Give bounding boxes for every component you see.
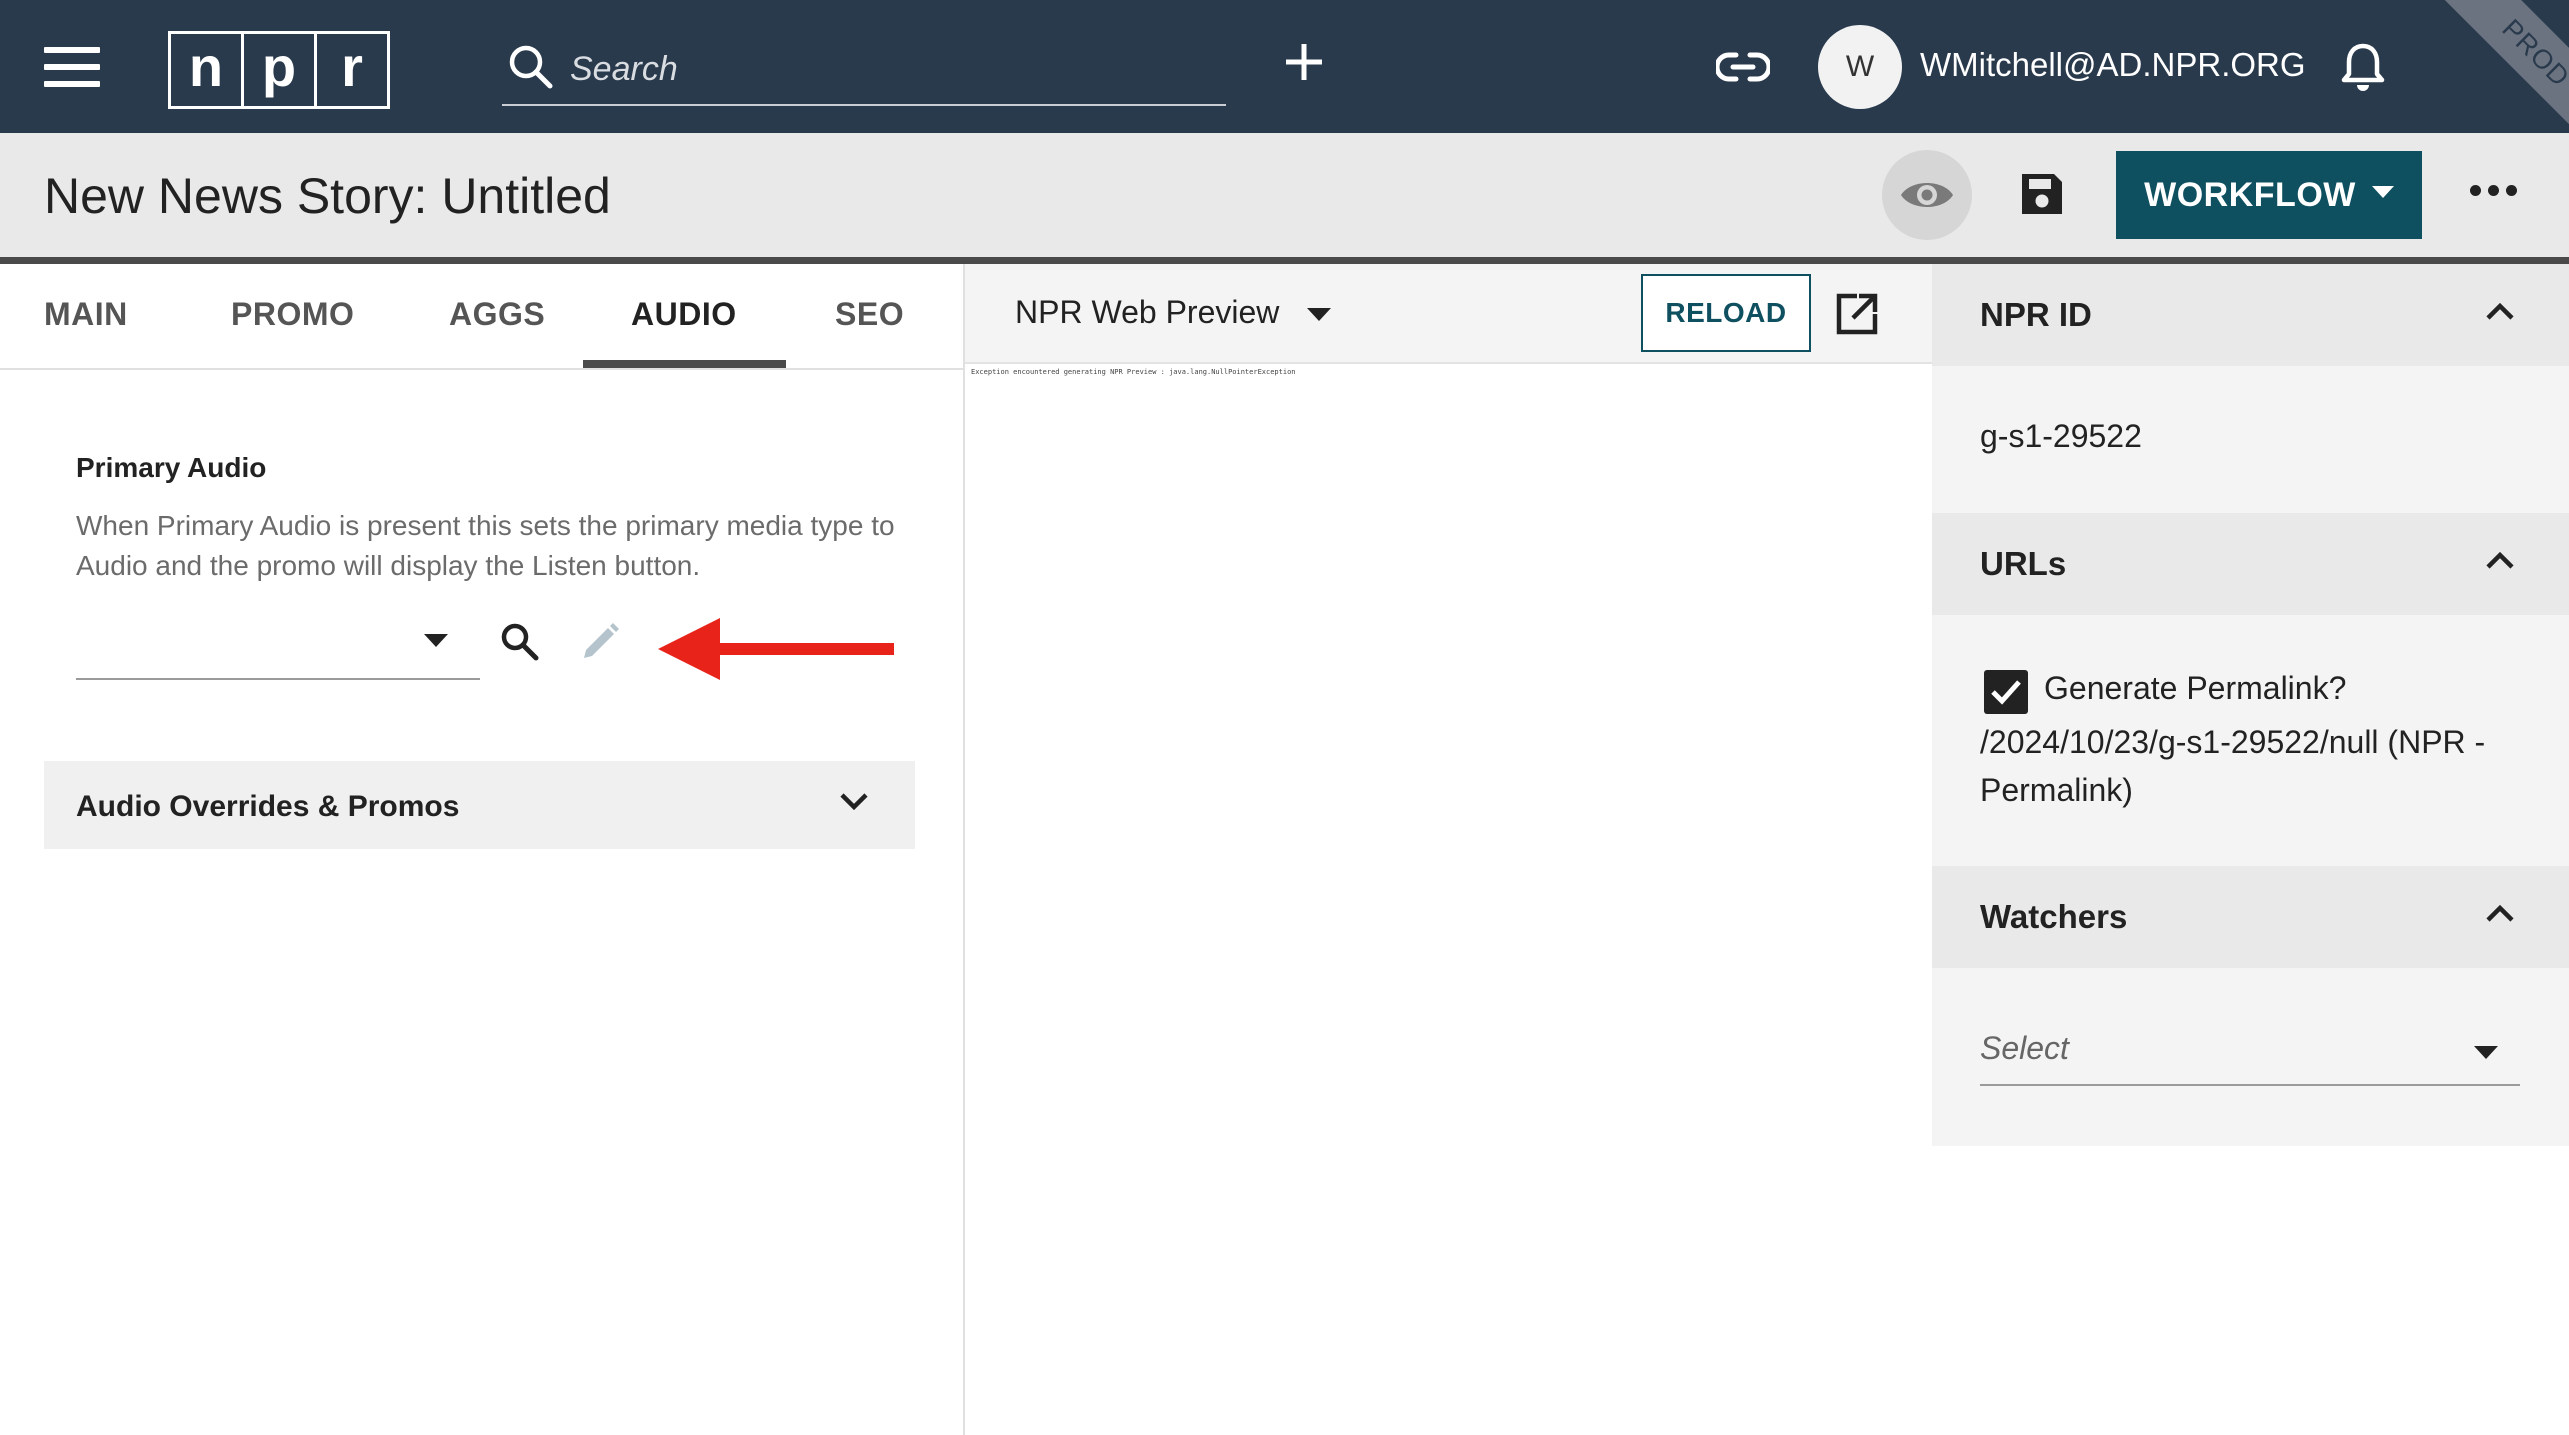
audio-overrides-accordion[interactable]: Audio Overrides & Promos [44, 761, 915, 849]
menu-icon[interactable] [44, 47, 100, 87]
workflow-button[interactable]: WORKFLOW [2116, 151, 2422, 239]
preview-error-text: Exception encountered generating NPR Pre… [971, 368, 1296, 376]
username[interactable]: WMitchell@AD.NPR.ORG [1920, 46, 2306, 84]
preview-type-select[interactable]: NPR Web Preview [1015, 294, 1331, 331]
header-divider [0, 257, 2569, 264]
active-tab-indicator [583, 360, 786, 368]
watchers-title: Watchers [1980, 898, 2128, 935]
chevron-down-icon [840, 793, 868, 811]
urls-title: URLs [1980, 545, 2067, 582]
logo-letter: p [241, 31, 317, 109]
plus-icon[interactable] [1282, 40, 1326, 84]
page-title: New News Story: Untitled [44, 168, 611, 224]
eye-icon [1901, 183, 1953, 207]
search-icon [509, 45, 553, 89]
tab-seo[interactable]: SEO [835, 296, 904, 333]
caret-down-icon [2474, 1046, 2498, 1059]
npr-logo[interactable]: n p r [168, 31, 390, 109]
avatar[interactable]: W [1818, 25, 1902, 109]
environment-badge: PROD [2432, 0, 2569, 133]
preview-toolbar: NPR Web Preview RELOAD [965, 264, 1932, 364]
logo-letter: r [314, 31, 390, 109]
tab-main[interactable]: MAIN [44, 296, 128, 333]
annotation-arrow-icon [658, 618, 894, 680]
watchers-placeholder: Select [1980, 1030, 2069, 1066]
npr-id-title: NPR ID [1980, 296, 2092, 333]
generate-permalink-checkbox[interactable] [1984, 670, 2028, 714]
story-edit-panel: MAIN PROMO AGGS AUDIO SEO Primary Audio … [0, 264, 963, 1435]
caret-down-icon [1307, 308, 1331, 321]
tab-promo[interactable]: PROMO [231, 296, 354, 333]
tab-bar: MAIN PROMO AGGS AUDIO SEO [0, 264, 963, 370]
link-icon[interactable] [1716, 44, 1770, 90]
watchers-select[interactable]: Select [1980, 1016, 2520, 1086]
permalink-path: /2024/10/23/g-s1-29522/null (NPR - Perma… [1980, 724, 2486, 808]
metadata-sidebar: NPR ID g-s1-29522 URLs Generate Permalin… [1932, 264, 2569, 1435]
save-icon[interactable] [2018, 170, 2066, 218]
audio-overrides-label: Audio Overrides & Promos [76, 790, 460, 823]
tab-aggs[interactable]: AGGS [449, 296, 545, 333]
preview-panel: NPR Web Preview RELOAD Exception encount… [963, 264, 1934, 1435]
caret-down-icon [2371, 186, 2394, 198]
chevron-up-icon [2486, 302, 2514, 320]
npr-id-value: g-s1-29522 [1980, 418, 2142, 454]
search-bar [502, 38, 1226, 106]
search-input[interactable] [568, 46, 1212, 92]
more-icon[interactable] [2470, 185, 2517, 196]
primary-audio-help: When Primary Audio is present this sets … [76, 510, 895, 581]
watchers-section-header[interactable]: Watchers [1932, 866, 2569, 968]
workflow-label: WORKFLOW [2144, 175, 2356, 214]
logo-letter: n [168, 31, 244, 109]
preview-toggle-button[interactable] [1882, 150, 1972, 240]
tab-audio[interactable]: AUDIO [631, 296, 737, 333]
caret-down-icon [424, 634, 448, 647]
generate-permalink-label: Generate Permalink? [2044, 670, 2347, 706]
primary-audio-select[interactable] [76, 612, 480, 680]
bell-icon[interactable] [2340, 42, 2386, 94]
urls-section-header[interactable]: URLs [1932, 513, 2569, 615]
preview-type-label: NPR Web Preview [1015, 294, 1280, 330]
reload-button[interactable]: RELOAD [1641, 274, 1811, 352]
story-title-bar: New News Story: Untitled WORKFLOW [0, 133, 2569, 257]
pencil-icon[interactable] [578, 620, 622, 664]
chevron-up-icon [2486, 551, 2514, 569]
chevron-up-icon [2486, 904, 2514, 922]
primary-audio-label: Primary Audio [76, 452, 267, 483]
npr-id-section-header[interactable]: NPR ID [1932, 264, 2569, 366]
checkmark-icon [1991, 680, 2021, 705]
open-external-icon[interactable] [1833, 290, 1881, 338]
top-navigation-bar: n p r W WMitchell@AD.NPR.ORG PROD [0, 0, 2569, 133]
search-icon[interactable] [498, 620, 542, 664]
